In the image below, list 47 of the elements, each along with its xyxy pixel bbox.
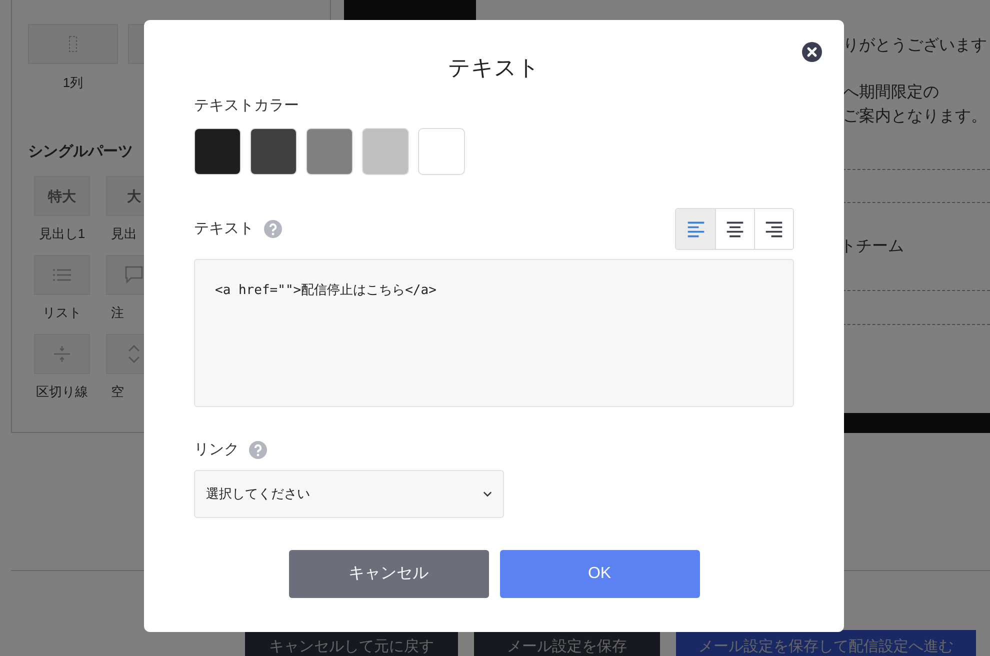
footer-button[interactable]: キャンセルして元に戻す [245, 630, 458, 656]
color-swatch[interactable] [418, 128, 465, 175]
align-left-icon [686, 220, 706, 238]
footer-button[interactable]: メール設定を保存 [474, 630, 660, 656]
part-label: リスト [42, 304, 82, 322]
part-label: 見出 [111, 225, 137, 243]
tile-glyph: 大 [127, 186, 141, 206]
link-select[interactable]: 選択してください [194, 470, 504, 518]
part-label: 見出し1 [38, 225, 86, 243]
field-label: テキストカラー [194, 96, 300, 116]
part-label: 区切り線 [36, 383, 88, 401]
spacing-icon [127, 345, 141, 363]
color-swatch[interactable] [194, 128, 241, 175]
color-swatch[interactable] [306, 128, 353, 175]
part-tile[interactable]: 特大 [34, 176, 90, 216]
color-swatch[interactable] [250, 128, 297, 175]
preview-text: りがとうございます [843, 36, 988, 56]
part-label: 空 [111, 383, 124, 401]
preview-text: へ期間限定の [843, 82, 940, 103]
speech-bubble-icon [125, 266, 143, 284]
preview-text: ご案内となります。 [843, 106, 988, 127]
cancel-button[interactable]: キャンセル [288, 550, 488, 598]
section-title: シングルパーツ [28, 142, 134, 162]
team-text: トチーム [840, 237, 905, 257]
text-input-field[interactable]: <a href="">配信停止はこちら</a> [194, 259, 794, 407]
color-swatch[interactable] [362, 128, 409, 175]
field-label: リンク [194, 440, 239, 460]
align-center-icon [725, 220, 745, 238]
close-icon[interactable] [802, 42, 822, 62]
layout-tile[interactable] [28, 24, 118, 64]
tile-glyph: 特大 [48, 186, 76, 206]
part-label: 注 [111, 304, 124, 322]
part-tile[interactable] [34, 255, 90, 295]
divider-icon [54, 346, 70, 362]
ok-button[interactable]: OK [500, 550, 700, 598]
help-icon[interactable] [264, 220, 282, 238]
footer-button[interactable]: メール設定を保存して配信設定へ進む [676, 630, 976, 656]
tile-label: 1列 [62, 74, 84, 92]
part-tile[interactable] [34, 334, 90, 374]
align-right-icon [764, 220, 784, 238]
dialog-title: テキスト [447, 54, 541, 82]
list-icon [53, 269, 71, 281]
field-label: テキスト [194, 219, 254, 239]
align-button[interactable] [754, 209, 793, 249]
chevron-down-icon [483, 491, 492, 497]
help-icon[interactable] [249, 441, 267, 459]
column-icon [69, 36, 77, 52]
